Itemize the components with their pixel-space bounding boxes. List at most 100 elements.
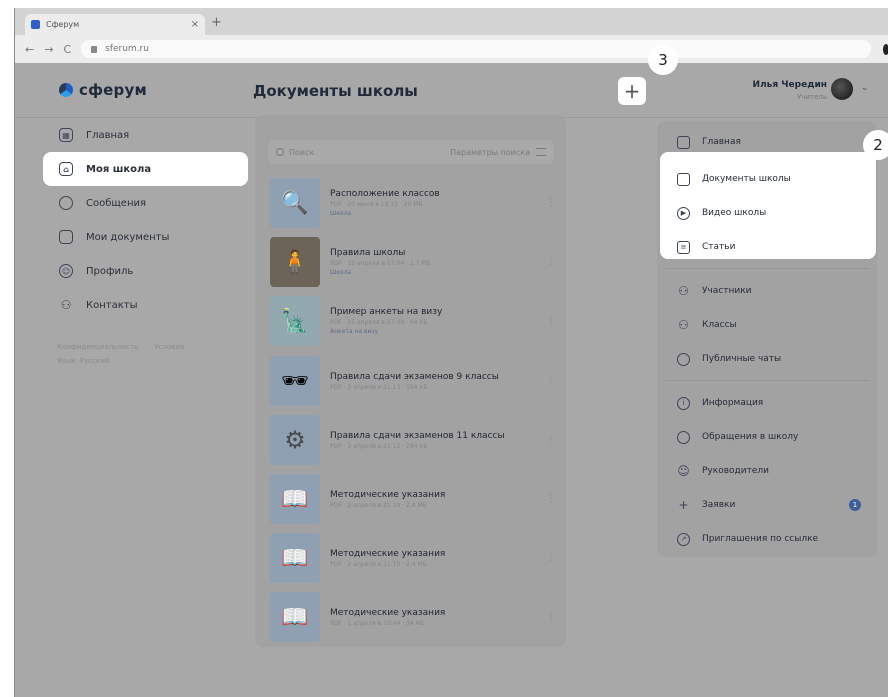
list-item[interactable]: 🔍 Расположение классов PDF · 20 июня в 1… — [270, 177, 560, 229]
privacy-link[interactable]: Конфиденциальность — [57, 343, 138, 351]
document-title: Правила сдачи экзаменов 11 классы — [330, 430, 505, 441]
info-icon: i — [677, 396, 690, 410]
section-invite-links[interactable]: ↗ Приглашения по ссылке — [657, 523, 877, 555]
document-icon — [677, 172, 690, 186]
browser-tab[interactable]: Сферум × — [25, 14, 205, 35]
document-title: Правила школы — [330, 248, 406, 258]
browser-profile-icon[interactable] — [883, 43, 888, 55]
section-label: Публичные чаты — [702, 354, 782, 364]
sferum-logo-icon — [59, 83, 73, 97]
user-name[interactable]: Илья Чередин — [727, 80, 827, 90]
sidebar-item-label: Профиль — [86, 265, 134, 277]
requests-icon: + — [678, 498, 689, 512]
sidebar-item-my-school[interactable]: ⌂ Моя школа — [43, 152, 248, 186]
sidebar-item-label: Сообщения — [86, 197, 147, 209]
grid-icon: ▦ — [59, 128, 73, 142]
chevron-down-icon[interactable]: ⌄ — [861, 83, 869, 93]
more-icon[interactable]: ⋮ — [542, 316, 560, 326]
list-item[interactable]: ⚙ Правила сдачи экзаменов 11 классы PDF … — [270, 414, 560, 466]
tab-title: Сферум — [46, 20, 80, 29]
language-link[interactable]: Язык: Русский — [57, 354, 248, 368]
document-icon — [59, 230, 73, 244]
sidebar-item-my-documents[interactable]: Мои документы — [43, 220, 248, 254]
search-input[interactable]: Поиск Параметры поиска — [268, 140, 554, 164]
sidebar-item-home[interactable]: ▦ Главная — [43, 118, 248, 152]
magnifier-icon: 🔍 — [281, 190, 309, 216]
document-meta: PDF · 3 апреля в 21:12 · 284 KБ — [330, 442, 428, 450]
more-icon[interactable]: ⋮ — [542, 494, 560, 504]
tab-bar: Сферум × + — [15, 8, 888, 35]
filter-icon[interactable] — [536, 148, 546, 156]
document-tag[interactable]: Школа — [330, 210, 542, 217]
list-item[interactable]: 📖 Методические указания PDF · 2 апреля в… — [270, 473, 560, 525]
list-item[interactable]: 🗽 Пример анкеты на визу PDF · 15 апреля … — [270, 295, 560, 347]
section-classes[interactable]: ⚇ Классы — [657, 309, 877, 341]
list-item[interactable]: 📖 Методические указания PDF · 1 апреля в… — [270, 591, 560, 643]
section-articles[interactable]: ≡ Статьи — [657, 231, 877, 263]
forward-button[interactable]: → — [44, 43, 53, 56]
more-icon[interactable]: ⋮ — [542, 553, 560, 563]
more-icon[interactable]: ⋮ — [542, 257, 560, 267]
reload-button[interactable]: C — [63, 43, 71, 56]
avatar[interactable] — [831, 78, 853, 100]
sidebar-item-label: Главная — [86, 129, 130, 141]
document-title: Методические указания — [330, 607, 446, 618]
document-title: Методические указания — [330, 489, 446, 500]
lock-icon — [91, 45, 98, 53]
logo[interactable]: сферум — [59, 81, 147, 99]
section-label: Информация — [702, 398, 764, 408]
list-item[interactable]: 📖 Методические указания PDF · 2 апреля в… — [270, 532, 560, 584]
document-meta: PDF · 15 апреля в 17:04 · 2,7 MБ — [330, 260, 431, 267]
add-document-button[interactable]: + — [618, 77, 646, 105]
gear-icon: ⚙ — [284, 426, 306, 454]
document-title: Пример анкеты на визу — [330, 307, 443, 317]
document-thumbnail: 🗽 — [270, 296, 320, 346]
back-button[interactable]: ← — [25, 43, 34, 56]
statue-icon: 🗽 — [281, 308, 309, 334]
list-item[interactable]: 🕶 Правила сдачи экзаменов 9 классы PDF ·… — [270, 355, 560, 407]
list-item[interactable]: 🧍 Правила школы PDF · 15 апреля в 17:04 … — [270, 236, 560, 288]
more-icon[interactable]: ⋮ — [542, 612, 560, 622]
document-thumbnail: 🧍 — [270, 237, 320, 287]
section-public-chats[interactable]: Публичные чаты — [657, 343, 877, 375]
search-params-button[interactable]: Параметры поиска — [450, 148, 530, 157]
logo-text: сферум — [79, 81, 147, 99]
section-appeals[interactable]: Обращения в школу — [657, 421, 877, 453]
section-school-videos[interactable]: ▶ Видео школы — [657, 197, 877, 229]
document-tag[interactable]: Школа — [330, 269, 542, 276]
document-title: Расположение классов — [330, 189, 440, 199]
divider — [665, 268, 869, 269]
section-information[interactable]: i Информация — [657, 387, 877, 419]
sidebar-item-contacts[interactable]: ⚇ Контакты — [43, 288, 248, 322]
document-thumbnail: 🕶 — [270, 356, 320, 406]
appeal-icon — [677, 430, 690, 444]
section-requests[interactable]: + Заявки 1 — [657, 489, 877, 521]
browser-window: Сферум × + ← → C sferum.ru сферум Докуме… — [14, 8, 888, 697]
section-members[interactable]: ⚇ Участники — [657, 275, 877, 307]
document-thumbnail: ⚙ — [270, 415, 320, 465]
new-tab-button[interactable]: + — [211, 15, 222, 30]
home-icon — [677, 135, 690, 149]
sidebar-item-messages[interactable]: Сообщения — [43, 186, 248, 220]
profile-icon: ☺ — [59, 264, 73, 278]
document-thumbnail: 📖 — [270, 474, 320, 524]
search-icon — [276, 148, 284, 156]
step-2-callout: 2 — [863, 130, 888, 160]
close-icon[interactable]: × — [191, 19, 199, 30]
sidebar-item-profile[interactable]: ☺ Профиль — [43, 254, 248, 288]
more-icon[interactable]: ⋮ — [542, 435, 560, 445]
section-school-documents[interactable]: Документы школы — [657, 163, 877, 195]
section-label: Классы — [702, 320, 737, 330]
section-home[interactable]: Главная — [657, 126, 877, 158]
url-input[interactable]: sferum.ru — [81, 40, 872, 58]
more-icon[interactable]: ⋮ — [542, 198, 560, 208]
document-title: Правила сдачи экзаменов 9 классы — [330, 371, 499, 382]
terms-link[interactable]: Условия — [154, 343, 184, 351]
document-meta: PDF · 15 апреля в 17:09 · 64 KБ — [330, 319, 428, 326]
more-icon[interactable]: ⋮ — [542, 376, 560, 386]
step-3-callout: 3 — [648, 45, 678, 75]
document-tag[interactable]: Анкета на визу — [330, 328, 542, 335]
favicon-icon — [31, 20, 40, 29]
chat-icon — [59, 196, 73, 210]
section-leaders[interactable]: ☺ Руководители — [657, 455, 877, 487]
